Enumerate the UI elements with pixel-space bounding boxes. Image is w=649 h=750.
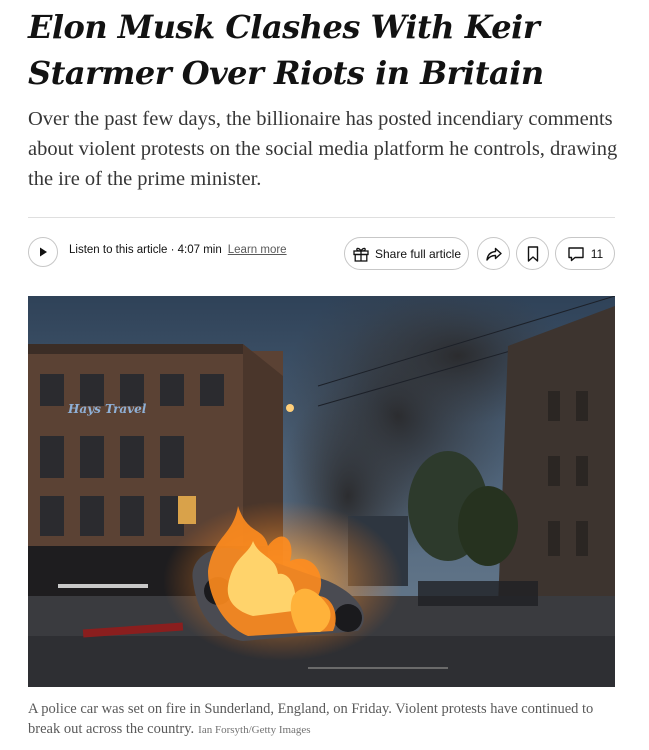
comments-button[interactable]: 11 bbox=[555, 237, 615, 270]
comment-icon bbox=[568, 246, 584, 261]
listen-label: Listen to this article · 4:07 min bbox=[69, 244, 222, 256]
share-full-label: Share full article bbox=[374, 246, 462, 261]
caption-text: A police car was set on fire in Sunderla… bbox=[28, 701, 594, 737]
hays-travel-sign: Hays Travel bbox=[67, 402, 147, 416]
listen-info: Listen to this article · 4:07 min Learn m… bbox=[69, 244, 287, 256]
bookmark-icon bbox=[527, 245, 538, 262]
article-headline: Elon Musk Clashes With Keir Starmer Over… bbox=[28, 8, 544, 92]
gift-icon bbox=[353, 247, 369, 262]
photo-credit: Ian Forsyth/Getty Images bbox=[198, 724, 311, 736]
share-full-article-button[interactable]: Share full article bbox=[344, 237, 469, 270]
divider bbox=[28, 217, 615, 218]
play-icon bbox=[40, 247, 47, 257]
save-bookmark-button[interactable] bbox=[516, 237, 549, 270]
article-photo: Hays Travel bbox=[28, 296, 615, 687]
play-audio-button[interactable] bbox=[28, 237, 58, 267]
share-button[interactable] bbox=[477, 237, 510, 270]
learn-more-link[interactable]: Learn more bbox=[228, 244, 287, 256]
comment-count: 11 bbox=[590, 246, 604, 261]
article-summary: Over the past few days, the billionaire … bbox=[28, 108, 618, 190]
photo-caption: A police car was set on fire in Sunderla… bbox=[28, 699, 618, 740]
share-arrow-icon bbox=[485, 247, 502, 261]
